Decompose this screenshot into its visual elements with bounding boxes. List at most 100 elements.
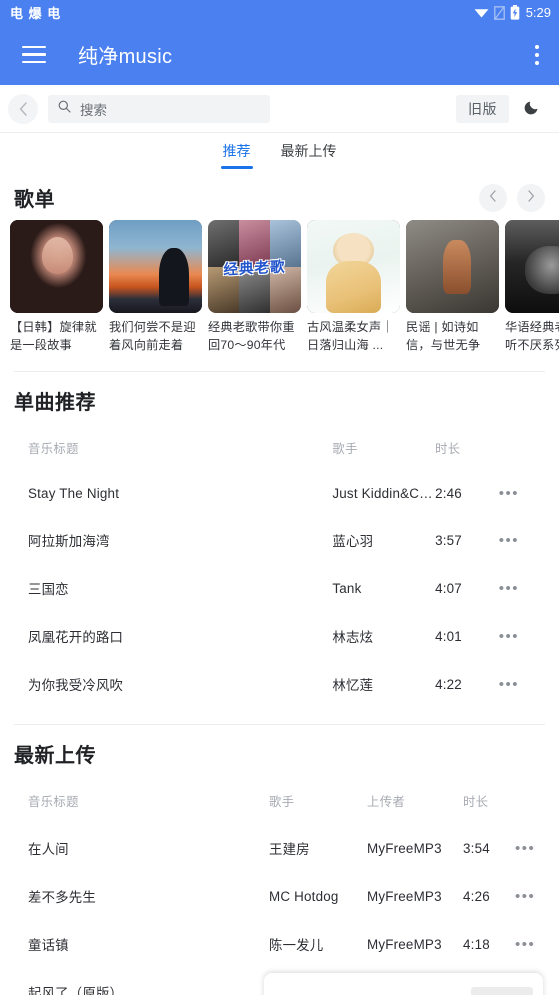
row-menu-button[interactable]: ••• [499, 612, 545, 660]
playlist-cover [505, 220, 559, 313]
song-artist: Just Kiddin&Cam… [332, 486, 435, 501]
carousel-next-button[interactable] [517, 183, 545, 212]
song-artist: MC Hotdog [269, 888, 339, 904]
song-duration: 4:22 [435, 676, 462, 692]
song-title: 凤凰花开的路口 [28, 630, 124, 645]
more-vertical-icon[interactable] [535, 44, 539, 65]
playlist-cover [109, 220, 202, 313]
song-duration: 4:07 [435, 580, 462, 596]
table-row[interactable]: Stay The Night Just Kiddin&Cam… 2:46 ••• [14, 471, 545, 516]
carousel-prev-button[interactable] [479, 183, 507, 212]
row-menu-button[interactable]: ••• [499, 660, 545, 708]
table-row[interactable]: 凤凰花开的路口 林志炫 4:01 ••• [14, 612, 545, 660]
tab-latest-upload[interactable]: 最新上传 [279, 135, 339, 171]
column-header-duration: 时长 [435, 442, 461, 456]
row-menu-button[interactable]: ••• [515, 824, 545, 872]
column-header-actions [499, 423, 545, 471]
table-header-row: 音乐标题 歌手 上传者 时长 [14, 776, 545, 824]
song-title: 起风了（原版） [28, 986, 124, 995]
song-duration: 3:54 [463, 840, 490, 856]
bottom-dialog-peek[interactable] [264, 973, 543, 995]
search-toolbar: 搜索 旧版 [0, 85, 559, 133]
song-uploader: MyFreeMP3 [367, 888, 442, 904]
column-header-artist: 歌手 [269, 795, 295, 809]
status-bar: 电 爆 电 5:29 [0, 0, 559, 24]
song-duration: 4:26 [463, 888, 490, 904]
song-title: 阿拉斯加海湾 [28, 534, 110, 549]
app-screen: 电 爆 电 5:29 纯净music 搜索 旧版 推荐 最新上传 歌单 【日韩】… [0, 0, 559, 995]
playlist-card[interactable]: 民谣 | 如诗如信，与世无争 [406, 220, 499, 353]
playlist-carousel[interactable]: 【日韩】旋律就是一段故事 我们何尝不是迎着风向前走着 经典老歌 经典老歌带你重回… [0, 220, 559, 353]
status-bar-glyphs: 电 爆 电 [10, 5, 62, 21]
playlist-card[interactable]: 经典老歌 经典老歌带你重回70～90年代 [208, 220, 301, 353]
cover-art [505, 220, 559, 313]
playlist-card[interactable]: 古风温柔女声｜日落归山海 ... [307, 220, 400, 353]
cover-art: 经典老歌 [208, 220, 301, 313]
latest-header: 最新上传 [0, 725, 559, 776]
table-row[interactable]: 童话镇 陈一发儿 MyFreeMP3 4:18 ••• [14, 920, 545, 968]
row-menu-button[interactable]: ••• [499, 564, 545, 612]
row-menu-button[interactable]: ••• [515, 920, 545, 968]
cover-art [307, 220, 400, 313]
chevron-left-icon [19, 101, 28, 116]
tab-recommend[interactable]: 推荐 [220, 135, 253, 171]
song-duration: 4:01 [435, 628, 462, 644]
song-artist: 林志炫 [332, 630, 374, 645]
playlist-cover [307, 220, 400, 313]
search-input[interactable]: 搜索 [48, 94, 270, 123]
table-row[interactable]: 三国恋 Tank 4:07 ••• [14, 564, 545, 612]
row-menu-button[interactable]: ••• [515, 872, 545, 920]
recommended-header: 单曲推荐 [0, 372, 559, 423]
dialog-button-placeholder[interactable] [471, 987, 533, 995]
sim-card-icon [493, 5, 505, 20]
playlist-name: 我们何尝不是迎着风向前走着 [109, 320, 196, 352]
song-title: 三国恋 [28, 582, 69, 597]
old-version-button[interactable]: 旧版 [456, 94, 509, 123]
table-header-row: 音乐标题 歌手 时长 [14, 423, 545, 471]
recommended-title: 单曲推荐 [14, 392, 96, 414]
playlists-title: 歌单 [14, 189, 55, 211]
latest-title: 最新上传 [14, 745, 96, 767]
chevron-left-icon [489, 189, 497, 207]
playlist-cover: 经典老歌 [208, 220, 301, 313]
tab-bar: 推荐 最新上传 [0, 133, 559, 173]
search-placeholder: 搜索 [80, 102, 107, 118]
moon-icon [524, 98, 541, 120]
playlist-cover [10, 220, 103, 313]
status-bar-clock: 5:29 [525, 4, 551, 20]
latest-uploads-table: 音乐标题 歌手 上传者 时长 在人间 王建房 MyFreeMP3 3:54 ••… [14, 776, 545, 995]
app-bar: 纯净music [0, 24, 559, 85]
dark-mode-toggle[interactable] [517, 94, 547, 124]
song-uploader: MyFreeMP3 [367, 840, 442, 856]
playlist-name: 经典老歌带你重回70～90年代 [208, 320, 295, 352]
playlist-card[interactable]: 我们何尝不是迎着风向前走着 [109, 220, 202, 353]
song-title: 为你我受冷风吹 [28, 678, 124, 693]
song-artist: 陈一发儿 [269, 938, 324, 953]
hamburger-menu-icon[interactable] [22, 46, 46, 63]
table-row[interactable]: 差不多先生 MC Hotdog MyFreeMP3 4:26 ••• [14, 872, 545, 920]
playlist-name: 【日韩】旋律就是一段故事 [10, 320, 97, 352]
playlist-name: 华语经典老歌百听不厌系列 [505, 320, 559, 352]
playlist-name: 民谣 | 如诗如信，与世无争 [406, 320, 481, 352]
row-menu-button[interactable]: ••• [499, 516, 545, 564]
playlist-cover [406, 220, 499, 313]
column-header-duration: 时长 [463, 795, 489, 809]
song-artist: Tank [332, 580, 362, 596]
column-header-actions [515, 776, 545, 824]
row-menu-button[interactable]: ••• [499, 471, 545, 516]
column-header-uploader: 上传者 [367, 795, 406, 809]
table-row[interactable]: 为你我受冷风吹 林忆莲 4:22 ••• [14, 660, 545, 708]
playlist-card[interactable]: 华语经典老歌百听不厌系列 [505, 220, 559, 353]
table-row[interactable]: 在人间 王建房 MyFreeMP3 3:54 ••• [14, 824, 545, 872]
carousel-nav [479, 183, 545, 212]
column-header-artist: 歌手 [332, 442, 358, 456]
back-button[interactable] [8, 93, 38, 124]
song-title: 童话镇 [28, 938, 69, 953]
playlist-card[interactable]: 【日韩】旋律就是一段故事 [10, 220, 103, 353]
song-artist: 王建房 [269, 842, 310, 857]
cover-art [109, 220, 202, 313]
table-row[interactable]: 阿拉斯加海湾 蓝心羽 3:57 ••• [14, 516, 545, 564]
chevron-right-icon [527, 189, 535, 207]
playlists-header: 歌单 [0, 173, 559, 220]
recommended-songs-table: 音乐标题 歌手 时长 Stay The Night Just Kiddin&Ca… [14, 423, 545, 708]
